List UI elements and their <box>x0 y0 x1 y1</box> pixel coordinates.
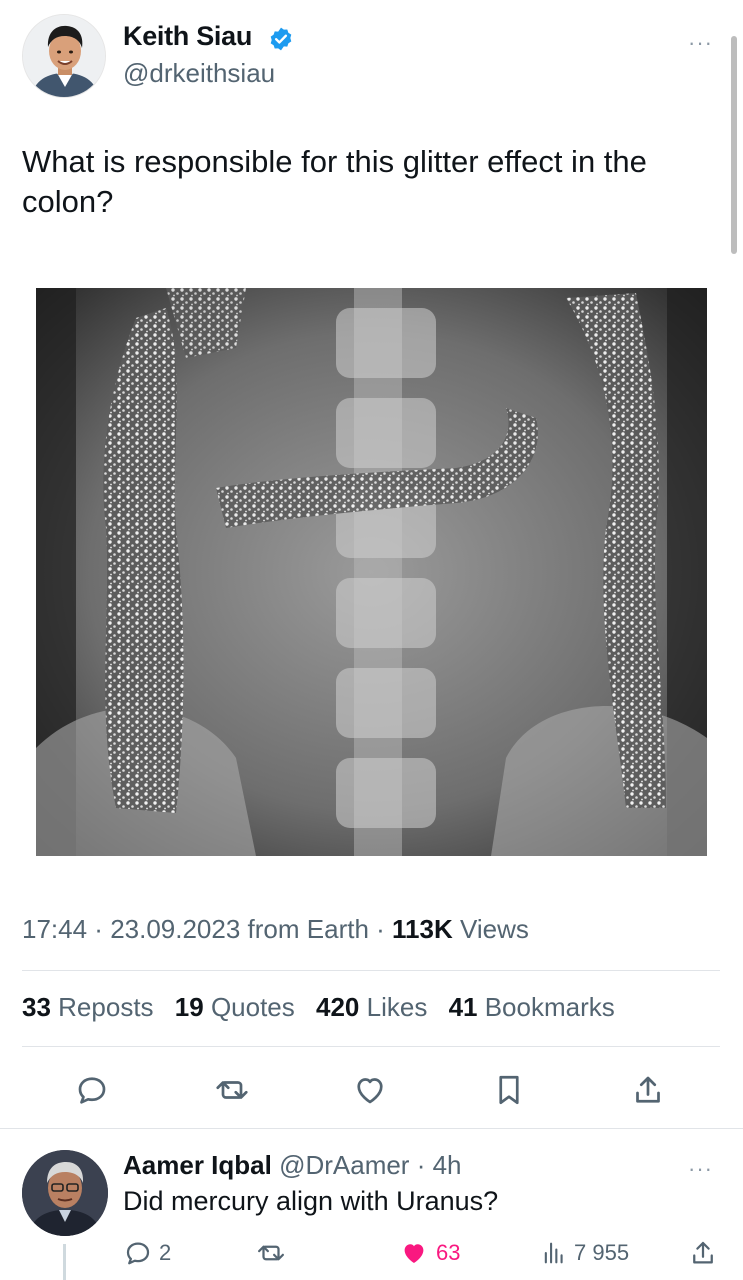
quotes-label: Quotes <box>210 992 295 1022</box>
tweet-time[interactable]: 17:44 <box>22 914 87 944</box>
share-icon <box>693 1241 713 1264</box>
bookmark-icon <box>499 1075 519 1105</box>
views-chart-icon <box>544 1242 563 1264</box>
reply-like-button[interactable]: 63 <box>398 1238 460 1268</box>
bookmarks-stat[interactable]: 41 Bookmarks <box>449 992 615 1022</box>
reposts-label: Reposts <box>58 992 154 1022</box>
quotes-stat[interactable]: 19 Quotes <box>175 992 295 1022</box>
views-count: 113K <box>392 914 453 944</box>
reply-share-button[interactable] <box>688 1238 718 1268</box>
views-label: Views <box>452 914 529 944</box>
more-options-icon[interactable]: ··· <box>688 1156 713 1182</box>
tweet-text: What is responsible for this glitter eff… <box>22 144 647 219</box>
reposts-count: 33 <box>22 992 51 1022</box>
reply-action-bar: 2 63 7 955 <box>0 1238 743 1268</box>
meta-separator: · <box>409 1150 433 1180</box>
reply-author-handle[interactable]: @DrAamer <box>279 1150 409 1180</box>
tweet-date[interactable]: 23.09.2023 <box>110 914 240 944</box>
reply-icon <box>78 1077 106 1104</box>
repost-button[interactable] <box>212 1070 252 1110</box>
like-button[interactable] <box>350 1070 390 1110</box>
reply-avatar[interactable] <box>22 1150 108 1236</box>
reply-like-count: 63 <box>436 1240 461 1265</box>
page-scrollbar[interactable] <box>731 36 737 254</box>
reposts-stat[interactable]: 33 Reposts <box>22 992 154 1022</box>
reply-views-button[interactable]: 7 955 <box>540 1238 629 1268</box>
tweet-source: from Earth <box>240 914 369 944</box>
share-icon <box>636 1076 660 1103</box>
tweet-stats: 33 Reposts 19 Quotes 420 Likes 41 Bookma… <box>22 992 629 1023</box>
likes-label: Likes <box>366 992 428 1022</box>
reply-header: Aamer Iqbal @DrAamer · 4h <box>123 1150 462 1181</box>
meta-separator: · <box>368 914 393 944</box>
author-avatar[interactable] <box>22 14 106 98</box>
verified-badge-icon <box>270 27 292 51</box>
tweet-action-bar <box>0 1070 743 1110</box>
more-options-icon[interactable]: ··· <box>688 30 713 56</box>
tweet-header: Keith Siau @drkeithsiau ··· <box>22 14 712 98</box>
likes-stat[interactable]: 420 Likes <box>316 992 427 1022</box>
bookmarks-count: 41 <box>448 992 478 1022</box>
like-filled-icon <box>404 1244 424 1263</box>
tweet-meta: 17:44 · 23.09.2023 from Earth · 113K Vie… <box>22 914 529 945</box>
bookmark-button[interactable] <box>489 1070 529 1110</box>
reply-repost-button[interactable] <box>256 1238 286 1268</box>
reply-button[interactable] <box>72 1070 112 1110</box>
reply-text: Did mercury align with Uranus? <box>123 1186 499 1216</box>
reply-view-count: 7 955 <box>574 1240 630 1265</box>
reply-author-name[interactable]: Aamer Iqbal <box>123 1150 272 1180</box>
tweet-media-image[interactable] <box>36 288 707 856</box>
quotes-count: 19 <box>174 992 204 1022</box>
bookmarks-label: Bookmarks <box>484 992 615 1022</box>
like-icon <box>357 1078 383 1104</box>
avatar-photo-icon <box>22 1150 108 1236</box>
author-name[interactable]: Keith Siau <box>123 21 252 52</box>
repost-icon <box>216 1081 248 1099</box>
repost-icon <box>258 1245 284 1261</box>
xray-image-icon <box>36 288 707 856</box>
divider <box>22 1046 720 1047</box>
likes-count: 420 <box>316 992 360 1022</box>
share-button[interactable] <box>628 1070 668 1110</box>
reply-count: 2 <box>159 1240 172 1265</box>
reply-time[interactable]: 4h <box>433 1150 462 1180</box>
meta-separator: · <box>87 914 111 944</box>
reply-tweet[interactable]: Aamer Iqbal @DrAamer · 4h ··· Did mercur… <box>0 1128 743 1280</box>
avatar-photo-icon <box>23 15 105 97</box>
author-handle[interactable]: @drkeithsiau <box>123 58 275 89</box>
divider <box>22 970 720 971</box>
reply-reply-button[interactable]: 2 <box>123 1238 171 1268</box>
reply-icon <box>126 1242 150 1265</box>
